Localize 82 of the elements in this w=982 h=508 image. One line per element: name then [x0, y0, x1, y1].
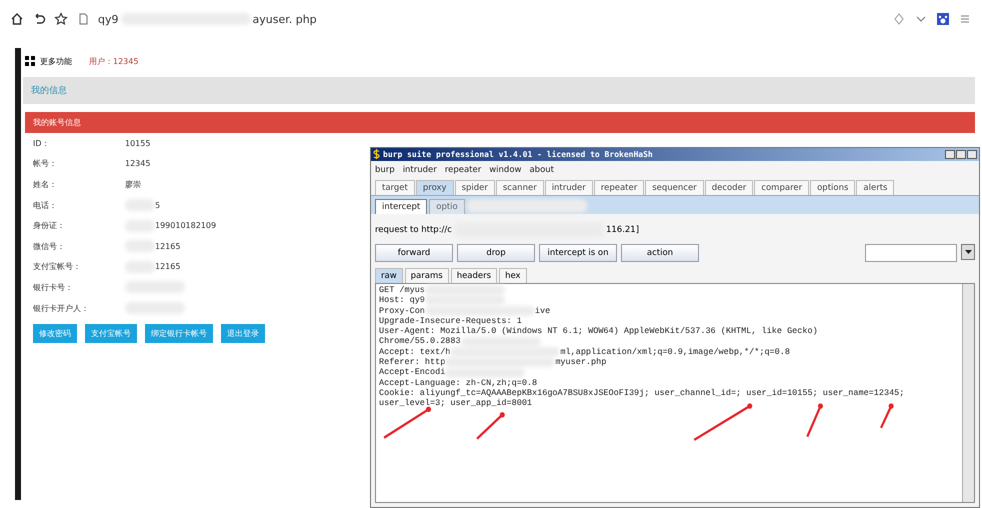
code-line: Upgrade-Insecure-Requests: 1 — [379, 316, 522, 326]
code-line: Cookie: aliyungf_tc=AQAAABepKBx16goA7BSU8xJSEOoFI39j; user_channel_id=; user_id=10155; user_name=12345; — [379, 388, 904, 398]
annotation-arrow — [880, 403, 894, 428]
action-button[interactable]: forward — [375, 244, 453, 262]
code-line: user_level=3; user_app_id=8001 — [379, 398, 532, 409]
maximize-button[interactable] — [956, 150, 966, 159]
code-line: ml,application/xml;q=0.9,image/webp,*/*;q=0.8 — [560, 346, 790, 358]
code-line: GET /myus — [379, 285, 425, 296]
field-label: 微信号： — [33, 240, 66, 252]
tab[interactable]: target — [375, 180, 415, 195]
tab[interactable]: headers — [450, 268, 498, 283]
field-label: 帐号： — [33, 158, 58, 170]
dropdown-field[interactable] — [865, 244, 957, 262]
field-value: 12165 — [155, 262, 180, 272]
annotation-arrow — [383, 406, 432, 439]
code-line: Host: qy9 — [379, 295, 425, 306]
minimize-button[interactable] — [945, 150, 955, 159]
tab[interactable]: hex — [499, 268, 527, 283]
request-label: 116.21] — [606, 225, 640, 235]
tab[interactable]: intercept — [375, 199, 428, 214]
annotation-arrow — [806, 403, 823, 438]
window-title: burp suite professional v1.4.01 - licensed to BrokenHaSh — [383, 150, 653, 159]
tab[interactable]: scanner — [496, 180, 544, 195]
field-value: 12345 — [125, 159, 150, 168]
close-button[interactable] — [967, 150, 977, 159]
field-label: 银行卡号： — [33, 282, 74, 293]
code-line: ive — [534, 306, 550, 316]
tab[interactable]: intruder — [544, 180, 593, 195]
code-line: myuser.php — [555, 357, 606, 368]
paw-icon[interactable] — [936, 12, 950, 26]
field-value: 廖崇 — [125, 178, 141, 190]
star-icon[interactable] — [54, 12, 68, 26]
field-label: 支付宝帐号： — [33, 261, 82, 272]
tab[interactable]: repeater — [594, 180, 644, 195]
request-editor[interactable] — [375, 283, 975, 503]
code-line: Referer: http — [379, 357, 446, 368]
code-line: Chrome/55.0.2883 — [379, 336, 461, 347]
action-button[interactable]: intercept is on — [539, 244, 617, 262]
tab[interactable]: raw — [375, 268, 403, 283]
field-value: 10155 — [125, 138, 150, 148]
menu-item[interactable]: intruder — [402, 164, 437, 174]
url-text[interactable]: qy9 — [98, 12, 118, 26]
action-button[interactable]: action — [621, 244, 699, 262]
tab[interactable]: comparer — [754, 180, 810, 195]
menu-item[interactable]: window — [489, 164, 522, 174]
code-line: Accept: text/h — [379, 346, 450, 358]
code-line: Proxy-Con — [379, 306, 425, 316]
field-label: ID： — [33, 138, 51, 149]
field-value: 12165 — [155, 242, 180, 251]
section-title: 我的信息 — [31, 84, 67, 97]
panel-title: 我的账号信息 — [33, 117, 81, 128]
field-value: 5 — [155, 200, 160, 210]
code-line: Accept-Language: zh-CN,zh;q=0.8 — [379, 378, 538, 388]
annotation-arrow — [694, 403, 752, 441]
code-line: User-Agent: Mozilla/5.0 (Windows NT 6.1; WOW64) AppleWebKit/537.36 (KHTML, like Gecko) — [379, 326, 818, 336]
field-value: 199010182109 — [155, 221, 216, 230]
tab[interactable]: spider — [454, 180, 495, 195]
field-label: 银行卡开户人： — [33, 302, 90, 314]
menu-item[interactable]: burp — [375, 164, 395, 174]
code-line: Accept-Encodi — [379, 367, 446, 378]
field-label: 身份证： — [33, 220, 66, 232]
scrollbar[interactable] — [962, 284, 974, 502]
field-label: 电话： — [33, 200, 58, 211]
menu-item[interactable]: repeater — [444, 164, 482, 174]
annotation-arrow — [476, 412, 505, 440]
tab[interactable]: alerts — [856, 180, 894, 195]
menu-item[interactable]: about — [529, 164, 554, 174]
grid-icon[interactable] — [25, 56, 35, 66]
tab[interactable]: decoder — [704, 180, 754, 195]
menu-link[interactable]: 更多功能 — [40, 56, 72, 66]
user-label: 用户：12345 — [89, 56, 138, 66]
request-label: request to http://c — [375, 225, 452, 235]
dollar-icon — [373, 148, 380, 160]
tab[interactable]: proxy — [416, 180, 454, 195]
home-icon[interactable] — [10, 12, 24, 26]
tab[interactable]: optio — [429, 199, 465, 214]
url-text[interactable]: ayuser. php — [252, 12, 317, 26]
field-label: 姓名： — [33, 178, 58, 190]
action-button[interactable]: drop — [457, 244, 535, 262]
tab[interactable]: params — [404, 268, 449, 283]
tab[interactable]: options — [810, 180, 856, 195]
tab[interactable]: sequencer — [645, 180, 704, 195]
